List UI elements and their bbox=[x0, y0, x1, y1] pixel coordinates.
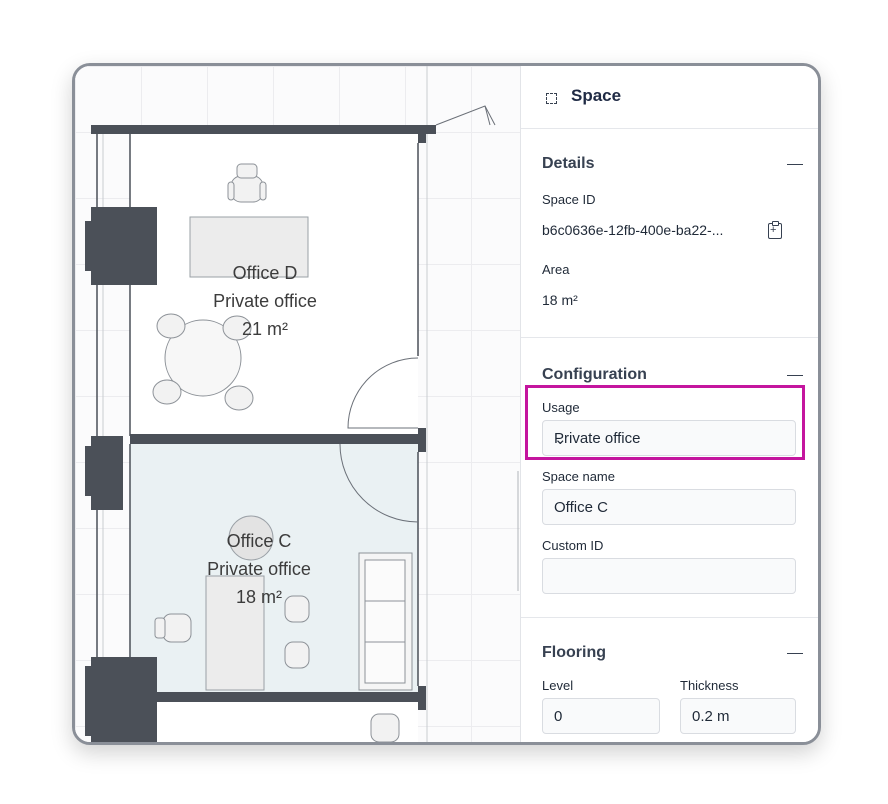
details-title: Details bbox=[542, 155, 595, 172]
floor-plan-canvas[interactable]: Office D Private office 21 m² Office C P… bbox=[75, 66, 520, 742]
column-3 bbox=[91, 657, 157, 742]
thickness-value: 0.2 m bbox=[692, 708, 730, 725]
floor-plan-drawing bbox=[85, 66, 519, 742]
custom-id-label: Custom ID bbox=[542, 538, 604, 553]
configuration-title: Configuration bbox=[542, 366, 647, 383]
column-1 bbox=[91, 207, 157, 285]
space-name-label: Space name bbox=[542, 469, 615, 484]
usage-highlight-box bbox=[525, 385, 805, 460]
office-c-name: Office C bbox=[226, 531, 292, 551]
office-d-area: 21 m² bbox=[241, 319, 288, 339]
configuration-section: Configuration Usage Private office ⌄ Spa… bbox=[521, 338, 818, 618]
office-d-name: Office D bbox=[232, 263, 298, 283]
wall-bottom bbox=[145, 692, 425, 702]
space-id-value: b6c0636e-12fb-400e-ba22-... bbox=[542, 222, 724, 238]
office-d-label: Office D Private office 21 m² bbox=[205, 259, 325, 343]
level-input[interactable]: 0 bbox=[542, 698, 660, 734]
office-c-usage: Private office bbox=[207, 559, 311, 579]
flooring-section: Flooring Level Thickness 0 0.2 m bbox=[521, 618, 818, 742]
office-c-area: 18 m² bbox=[235, 587, 282, 607]
area-label: Area bbox=[542, 262, 570, 277]
column-2 bbox=[91, 436, 123, 510]
flooring-collapse-icon[interactable] bbox=[787, 653, 803, 654]
custom-id-input[interactable] bbox=[542, 558, 796, 594]
panel-header: Space bbox=[521, 66, 818, 129]
app-window: Office D Private office 21 m² Office C P… bbox=[72, 63, 821, 745]
flooring-title: Flooring bbox=[542, 644, 606, 661]
dashed-square-icon bbox=[546, 93, 557, 104]
space-properties-panel: Space Details Space ID b6c0636e-12fb-400… bbox=[520, 66, 818, 742]
office-c-label: Office C Private office 18 m² bbox=[189, 527, 329, 611]
space-name-input[interactable]: Office C bbox=[542, 489, 796, 525]
thickness-label: Thickness bbox=[680, 678, 739, 693]
details-section: Details Space ID b6c0636e-12fb-400e-ba22… bbox=[521, 129, 818, 338]
area-value: 18 m² bbox=[542, 292, 578, 308]
configuration-collapse-icon[interactable] bbox=[787, 375, 803, 376]
office-d-usage: Private office bbox=[213, 291, 317, 311]
level-label: Level bbox=[542, 678, 574, 693]
wall-middle bbox=[130, 434, 425, 444]
space-id-label: Space ID bbox=[542, 192, 596, 207]
level-value: 0 bbox=[554, 708, 563, 725]
wall-top bbox=[91, 125, 436, 134]
details-collapse-icon[interactable] bbox=[787, 164, 803, 165]
clipboard-icon[interactable] bbox=[768, 221, 782, 239]
panel-title: Space bbox=[571, 86, 622, 105]
thickness-input[interactable]: 0.2 m bbox=[680, 698, 796, 734]
space-name-value: Office C bbox=[554, 499, 608, 516]
